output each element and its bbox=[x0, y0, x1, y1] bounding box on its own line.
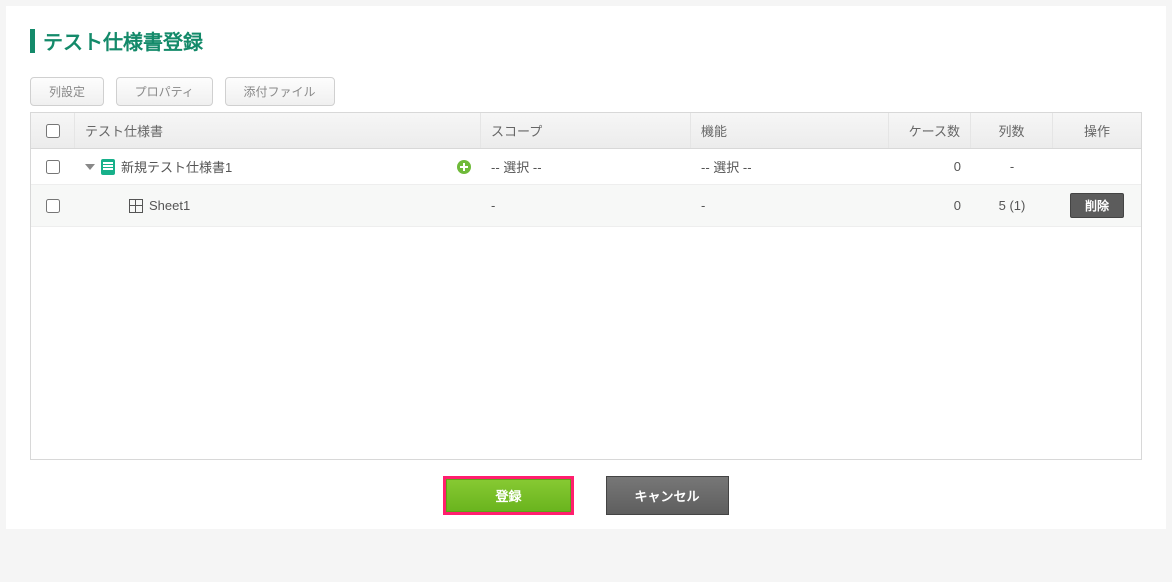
table-header-row: テスト仕様書 スコープ 機能 ケース数 列数 操作 bbox=[31, 113, 1141, 149]
cases-cell: 0 bbox=[889, 149, 971, 184]
action-cell: 削除 bbox=[1053, 185, 1141, 226]
title-accent-bar bbox=[30, 29, 35, 53]
header-cases: ケース数 bbox=[889, 113, 971, 148]
column-settings-button[interactable]: 列設定 bbox=[30, 77, 104, 106]
row-checkbox[interactable] bbox=[46, 199, 60, 213]
columns-cell: 5 (1) bbox=[971, 185, 1053, 226]
spec-name-cell: 新規テスト仕様書1 bbox=[75, 149, 481, 184]
header-action: 操作 bbox=[1053, 113, 1141, 148]
sheet-name[interactable]: Sheet1 bbox=[149, 198, 190, 213]
function-cell: - bbox=[691, 185, 889, 226]
dialog-title-bar: テスト仕様書登録 bbox=[30, 26, 1142, 55]
row-checkbox-cell bbox=[31, 149, 75, 184]
header-spec: テスト仕様書 bbox=[75, 113, 481, 148]
properties-button[interactable]: プロパティ bbox=[116, 77, 213, 106]
submit-button[interactable]: 登録 bbox=[446, 479, 570, 512]
spec-doc-icon bbox=[101, 159, 115, 175]
register-test-spec-dialog: テスト仕様書登録 列設定 プロパティ 添付ファイル テスト仕様書 スコープ 機能… bbox=[6, 6, 1166, 529]
toolbar: 列設定 プロパティ 添付ファイル bbox=[30, 77, 1142, 106]
attachments-button[interactable]: 添付ファイル bbox=[225, 77, 335, 106]
columns-cell: - bbox=[971, 149, 1053, 184]
table-body: 新規テスト仕様書1 -- 選択 -- -- 選択 -- 0 - Sheet bbox=[31, 149, 1141, 459]
cancel-button[interactable]: キャンセル bbox=[606, 476, 729, 515]
expand-toggle-icon[interactable] bbox=[85, 164, 95, 170]
header-function: 機能 bbox=[691, 113, 889, 148]
spec-table: テスト仕様書 スコープ 機能 ケース数 列数 操作 新規テスト仕様書1 bbox=[30, 112, 1142, 460]
table-row: Sheet1 - - 0 5 (1) 削除 bbox=[31, 185, 1141, 227]
sheet-name-cell: Sheet1 bbox=[75, 185, 481, 226]
table-row: 新規テスト仕様書1 -- 選択 -- -- 選択 -- 0 - bbox=[31, 149, 1141, 185]
sheet-icon bbox=[129, 199, 143, 213]
header-checkbox-cell bbox=[31, 113, 75, 148]
scope-cell: - bbox=[481, 185, 691, 226]
header-scope: スコープ bbox=[481, 113, 691, 148]
dialog-title: テスト仕様書登録 bbox=[43, 26, 203, 55]
add-icon[interactable] bbox=[457, 160, 471, 174]
function-cell[interactable]: -- 選択 -- bbox=[691, 149, 889, 184]
submit-highlight: 登録 bbox=[443, 476, 573, 515]
spec-name[interactable]: 新規テスト仕様書1 bbox=[121, 157, 232, 176]
header-columns: 列数 bbox=[971, 113, 1053, 148]
cases-cell: 0 bbox=[889, 185, 971, 226]
action-cell bbox=[1053, 149, 1141, 184]
scope-cell[interactable]: -- 選択 -- bbox=[481, 149, 691, 184]
row-checkbox[interactable] bbox=[46, 160, 60, 174]
row-checkbox-cell bbox=[31, 185, 75, 226]
delete-button[interactable]: 削除 bbox=[1070, 193, 1124, 218]
select-all-checkbox[interactable] bbox=[46, 124, 60, 138]
dialog-footer: 登録 キャンセル bbox=[30, 460, 1142, 527]
